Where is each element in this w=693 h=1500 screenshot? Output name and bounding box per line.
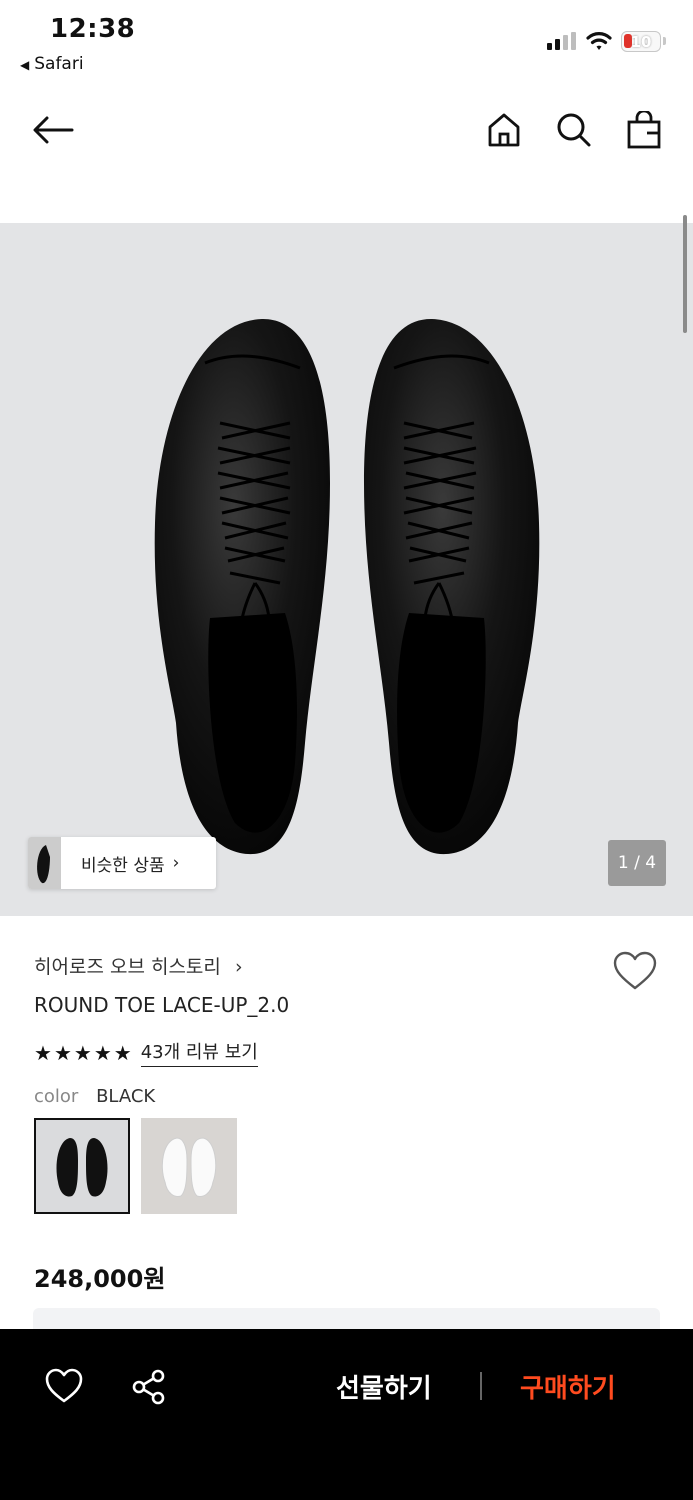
color-swatch-black[interactable] [34,1118,130,1214]
scrollbar[interactable] [683,215,687,333]
color-key: color [34,1086,79,1107]
brand-link[interactable]: 히어로즈 오브 히스토리 › [34,952,243,979]
buy-button[interactable]: 구매하기 [520,1368,616,1405]
rating-row: ★ ★ ★ ★ ★ 43개 리뷰 보기 [34,1038,258,1067]
back-to-app-link[interactable]: ◀ Safari [20,54,84,74]
star-icon: ★ [53,1040,72,1065]
product-title: ROUND TOE LACE-UP_2.0 [34,993,290,1017]
status-time: 12:38 [50,14,136,44]
back-app-label: Safari [34,54,84,74]
color-label-row: color BLACK [34,1086,155,1107]
color-value: BLACK [96,1086,156,1107]
gift-button[interactable]: 선물하기 [336,1368,432,1405]
star-icon: ★ [73,1040,92,1065]
wishlist-button[interactable] [612,950,658,992]
star-icon: ★ [34,1040,52,1065]
battery-level: 10 [630,33,652,51]
divider [480,1372,482,1400]
similar-products-label: 비슷한 상품 [81,855,165,876]
shopping-bag-icon [627,111,661,149]
wifi-icon [586,32,612,50]
back-triangle-icon: ◀ [20,58,30,72]
star-icon: ★ [93,1040,112,1065]
search-icon [557,113,591,147]
brand-name: 히어로즈 오브 히스토리 [34,956,221,978]
product-image-gallery[interactable] [0,223,693,916]
battery-icon: 10 [621,31,661,52]
home-button[interactable] [482,108,526,152]
color-swatch-white[interactable] [141,1118,237,1214]
cellular-signal-icon [547,32,576,50]
view-reviews-link[interactable]: 43개 리뷰 보기 [140,1038,258,1067]
search-button[interactable] [552,108,596,152]
bottom-action-bar [0,1329,693,1500]
similar-products-button[interactable]: 비슷한 상품 › [28,837,216,889]
arrow-left-icon [33,116,74,144]
image-counter: 1 / 4 [608,840,666,886]
heart-icon [613,951,657,990]
share-button[interactable] [130,1368,168,1406]
shopping-bag-button[interactable] [622,108,666,152]
home-icon [488,113,520,147]
chevron-right-icon: › [172,853,180,873]
similar-product-thumbnail [28,837,61,889]
chevron-right-icon: › [234,956,243,978]
heart-icon [45,1368,83,1403]
share-icon [132,1369,165,1405]
star-icon: ★ [113,1040,132,1065]
star-rating: ★ ★ ★ ★ ★ [34,1042,132,1064]
product-price: 248,000원 [34,1265,166,1293]
back-button[interactable] [31,108,75,152]
wishlist-bottom-button[interactable] [44,1367,84,1405]
product-image [154,318,540,855]
